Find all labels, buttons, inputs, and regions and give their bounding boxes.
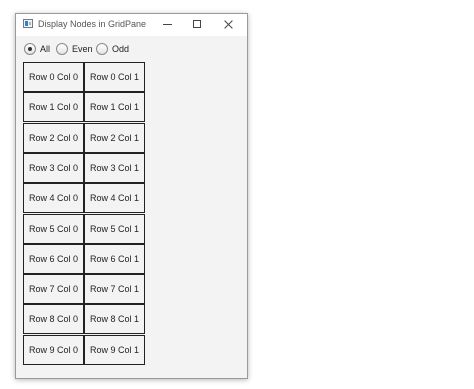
grid-cell: Row 2 Col 1 (84, 122, 145, 153)
grid-cell: Row 6 Col 0 (23, 243, 84, 274)
radio-circle[interactable] (96, 43, 108, 55)
grid-cell: Row 9 Col 1 (84, 334, 145, 365)
grid-cell: Row 4 Col 1 (84, 183, 145, 214)
java-app-icon (23, 19, 33, 28)
grid-cell: Row 2 Col 0 (23, 122, 84, 153)
grid-cell: Row 3 Col 0 (23, 152, 84, 183)
grid-cell: Row 7 Col 0 (23, 274, 84, 305)
window-title: Display Nodes in GridPane (38, 19, 147, 29)
app-window: Display Nodes in GridPane All Even Odd R… (15, 13, 248, 379)
grid-cell: Row 5 Col 0 (23, 213, 84, 244)
radio-label: Even (72, 44, 93, 54)
grid-cell: Row 0 Col 1 (84, 62, 145, 92)
radio-label: All (40, 44, 51, 54)
grid-cell: Row 7 Col 1 (84, 274, 145, 305)
close-button[interactable] (213, 14, 243, 36)
grid-cell: Row 9 Col 0 (23, 334, 84, 365)
radio-label: Odd (112, 44, 130, 54)
title-bar[interactable]: Display Nodes in GridPane (16, 14, 247, 36)
grid-cell: Row 3 Col 1 (84, 152, 145, 183)
grid-cell: Row 0 Col 0 (23, 62, 84, 92)
radio-circle-checked[interactable] (24, 43, 36, 55)
minimize-button[interactable] (153, 14, 183, 36)
grid-cell: Row 1 Col 0 (23, 92, 84, 123)
grid-cell: Row 8 Col 1 (84, 304, 145, 335)
grid-cell: Row 6 Col 1 (84, 243, 145, 274)
grid-cell: Row 5 Col 1 (84, 213, 145, 244)
grid-cell: Row 4 Col 0 (23, 183, 84, 214)
radio-circle[interactable] (56, 43, 68, 55)
maximize-button[interactable] (183, 14, 213, 36)
grid-cell: Row 1 Col 1 (84, 92, 145, 123)
grid-cell: Row 8 Col 0 (23, 304, 84, 335)
